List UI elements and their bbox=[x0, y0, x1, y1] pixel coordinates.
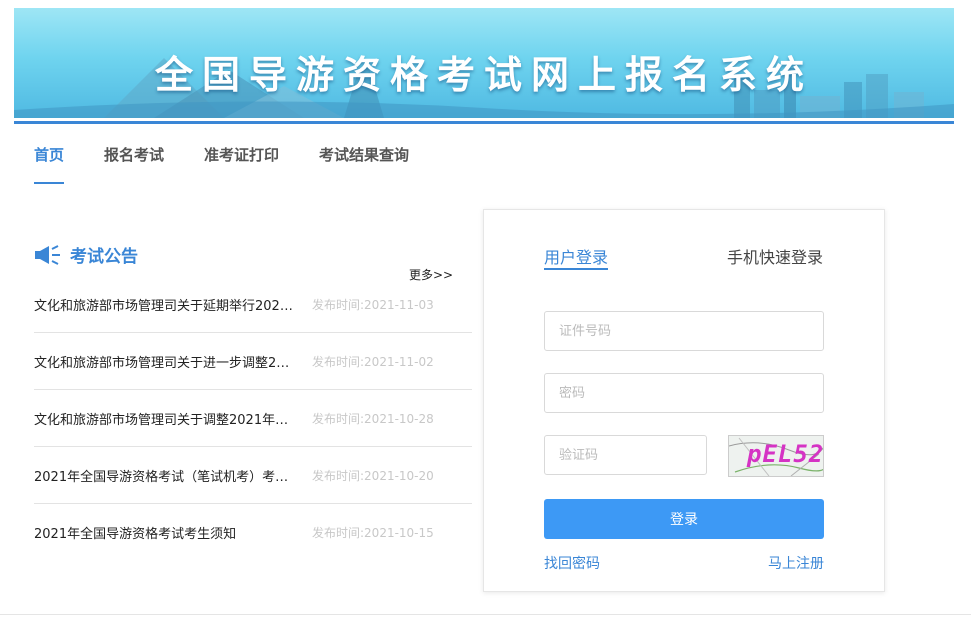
login-button[interactable]: 登录 bbox=[544, 499, 824, 539]
notice-item-date: 发布时间:2021-10-28 bbox=[312, 412, 434, 426]
tab-phone-login[interactable]: 手机快速登录 bbox=[727, 244, 823, 268]
nav-home[interactable]: 首页 bbox=[34, 144, 64, 165]
notice-item-date: 发布时间:2021-10-15 bbox=[312, 526, 434, 540]
notice-item-title[interactable]: 2021年全国导游资格考试（笔试机考）考… bbox=[34, 466, 308, 485]
nav-admission-ticket[interactable]: 准考证打印 bbox=[204, 144, 279, 165]
nav-register-exam[interactable]: 报名考试 bbox=[104, 144, 164, 165]
list-item: 文化和旅游部市场管理司关于调整2021年… 发布时间:2021-10-28 bbox=[34, 390, 472, 447]
captcha-text: pEL52 bbox=[747, 440, 824, 468]
notice-list: 文化和旅游部市场管理司关于延期举行202… 发布时间:2021-11-03 文化… bbox=[34, 276, 472, 560]
nav-results-query[interactable]: 考试结果查询 bbox=[319, 144, 409, 165]
tab-user-login-label: 用户登录 bbox=[544, 248, 609, 267]
notice-item-title[interactable]: 文化和旅游部市场管理司关于调整2021年… bbox=[34, 409, 308, 428]
list-item: 2021年全国导游资格考试考生须知 发布时间:2021-10-15 bbox=[34, 504, 472, 560]
notice-item-title[interactable]: 2021年全国导游资格考试考生须知 bbox=[34, 523, 308, 542]
list-item: 2021年全国导游资格考试（笔试机考）考… 发布时间:2021-10-20 bbox=[34, 447, 472, 504]
login-panel: 用户登录 手机快速登录 pEL52 登录 找回密码 马上注册 bbox=[483, 209, 885, 592]
notice-item-date: 发布时间:2021-11-03 bbox=[312, 298, 434, 312]
notice-title: 考试公告 bbox=[70, 247, 138, 267]
nav-active-indicator bbox=[34, 182, 64, 184]
id-number-input[interactable] bbox=[544, 311, 824, 351]
megaphone-icon bbox=[35, 245, 60, 265]
captcha-input[interactable] bbox=[544, 435, 707, 475]
notice-item-date: 发布时间:2021-11-02 bbox=[312, 355, 434, 369]
list-item: 文化和旅游部市场管理司关于延期举行202… 发布时间:2021-11-03 bbox=[34, 276, 472, 333]
list-item: 文化和旅游部市场管理司关于进一步调整2… 发布时间:2021-11-02 bbox=[34, 333, 472, 390]
forgot-password-link[interactable]: 找回密码 bbox=[544, 553, 600, 573]
header-banner: 全国导游资格考试网上报名系统 bbox=[14, 8, 954, 118]
tab-user-login[interactable]: 用户登录 bbox=[544, 244, 609, 270]
register-link[interactable]: 马上注册 bbox=[768, 553, 824, 573]
banner-title: 全国导游资格考试网上报名系统 bbox=[154, 53, 813, 97]
password-input[interactable] bbox=[544, 373, 824, 413]
captcha-image[interactable]: pEL52 bbox=[728, 435, 824, 477]
notice-item-title[interactable]: 文化和旅游部市场管理司关于延期举行202… bbox=[34, 295, 308, 314]
footer-divider bbox=[0, 614, 971, 615]
notice-item-date: 发布时间:2021-10-20 bbox=[312, 469, 434, 483]
header-divider bbox=[14, 121, 954, 124]
tab-active-indicator bbox=[544, 268, 608, 270]
notice-item-title[interactable]: 文化和旅游部市场管理司关于进一步调整2… bbox=[34, 352, 308, 371]
